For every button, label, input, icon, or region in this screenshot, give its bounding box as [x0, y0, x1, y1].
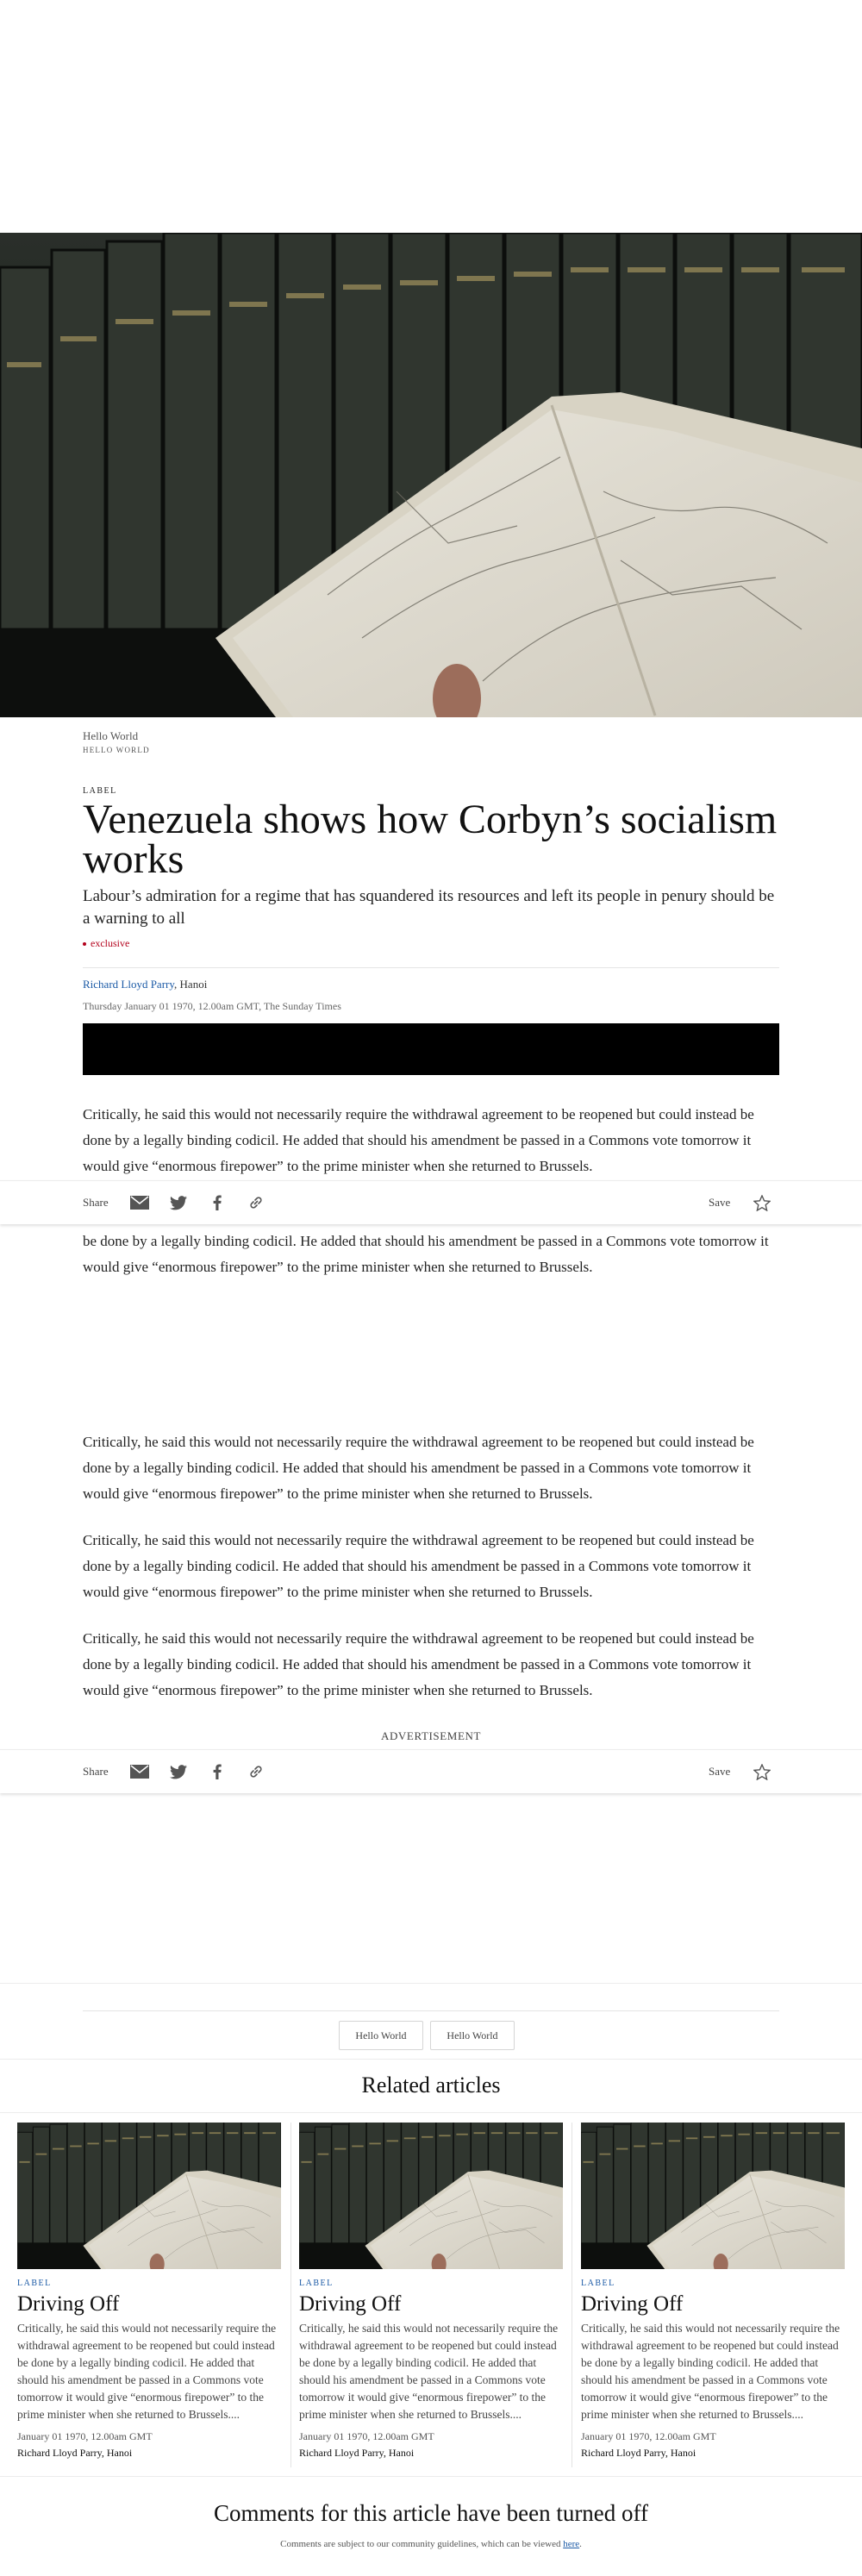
related-author: Richard Lloyd Parry, Hanoi [299, 2447, 415, 2459]
comments-note-end: . [579, 2539, 582, 2549]
related-articles-title: Related articles [361, 2073, 501, 2098]
link-icon[interactable] [247, 1193, 265, 1212]
article-paragraph: Critically, he said this would not neces… [83, 1434, 754, 1502]
article-paragraph: Critically, he said this would not neces… [83, 1106, 754, 1174]
article-paragraph: be done by a legally binding codicil. He… [83, 1233, 769, 1275]
share-bar: Share Save [0, 1180, 862, 1224]
exclusive-dot-icon [83, 941, 86, 946]
divider [83, 967, 779, 968]
exclusive-flag: exclusive [83, 937, 779, 950]
tag-button[interactable]: Hello World [430, 2021, 515, 2050]
related-author: Richard Lloyd Parry, Hanoi [581, 2447, 696, 2459]
advertisement-label: ADVERTISEMENT [380, 1729, 482, 1742]
divider [0, 2059, 862, 2060]
related-thumbnail [17, 2123, 281, 2269]
standfirst: Labour’s admiration for a regime that ha… [83, 887, 775, 928]
star-icon[interactable] [753, 1193, 771, 1212]
divider [0, 1983, 862, 1984]
share-bar: Share Save [0, 1749, 862, 1793]
mail-icon[interactable] [130, 1193, 149, 1212]
tag-button[interactable]: Hello World [339, 2021, 423, 2050]
author-link[interactable]: Richard Lloyd Parry [83, 978, 174, 991]
article-paragraph: Critically, he said this would not neces… [83, 1630, 754, 1698]
link-icon[interactable] [247, 1762, 265, 1781]
hero-credit: HELLO WORLD [83, 746, 150, 754]
related-title[interactable]: Driving Off [299, 2292, 563, 2317]
save-label[interactable]: Save [709, 1765, 730, 1779]
facebook-icon[interactable] [208, 1762, 227, 1781]
share-label: Share [83, 1765, 109, 1778]
article-label: LABEL [83, 786, 117, 796]
related-summary: Critically, he said this would not neces… [581, 2322, 840, 2421]
byline: Richard Lloyd Parry, Hanoi [83, 978, 779, 991]
byline-location: , Hanoi [174, 978, 208, 991]
comments-title: Comments for this article have been turn… [213, 2500, 649, 2526]
guidelines-link[interactable]: here [563, 2539, 579, 2549]
related-card[interactable]: LABEL Driving Off Critically, he said th… [581, 2123, 845, 2460]
card-separator [290, 2123, 291, 2467]
related-label: LABEL [17, 2279, 52, 2288]
hero-image [0, 233, 862, 717]
media-placeholder-bar [83, 1023, 779, 1075]
atlas-photo [0, 233, 862, 717]
related-summary: Critically, he said this would not neces… [17, 2322, 277, 2421]
headline: Venezuela shows how Corbyn’s socialism w… [83, 797, 778, 882]
twitter-icon[interactable] [169, 1762, 188, 1781]
save-label[interactable]: Save [709, 1196, 730, 1210]
related-date: January 01 1970, 12.00am GMT [581, 2430, 716, 2442]
divider [0, 2476, 862, 2477]
related-thumbnail [299, 2123, 563, 2269]
related-date: January 01 1970, 12.00am GMT [299, 2430, 434, 2442]
divider [0, 2112, 862, 2113]
comments-note: Comments are subject to our community gu… [0, 2539, 862, 2549]
related-label: LABEL [581, 2279, 615, 2288]
related-card[interactable]: LABEL Driving Off Critically, he said th… [17, 2123, 281, 2460]
article-paragraph: Critically, he said this would not neces… [83, 1532, 754, 1600]
related-card[interactable]: LABEL Driving Off Critically, he said th… [299, 2123, 563, 2460]
related-label: LABEL [299, 2279, 334, 2288]
related-thumbnail [581, 2123, 845, 2269]
dateline: Thursday January 01 1970, 12.00am GMT, T… [83, 1000, 341, 1012]
hero-caption: Hello World [83, 729, 139, 742]
mail-icon[interactable] [130, 1762, 149, 1781]
star-icon[interactable] [753, 1762, 771, 1781]
exclusive-label: exclusive [91, 937, 130, 949]
related-title[interactable]: Driving Off [17, 2292, 281, 2317]
related-title[interactable]: Driving Off [581, 2292, 845, 2317]
divider [83, 2010, 779, 2011]
related-author: Richard Lloyd Parry, Hanoi [17, 2447, 133, 2459]
related-summary: Critically, he said this would not neces… [299, 2322, 559, 2421]
share-label: Share [83, 1196, 109, 1209]
facebook-icon[interactable] [208, 1193, 227, 1212]
comments-note-text: Comments are subject to our community gu… [280, 2539, 564, 2549]
related-date: January 01 1970, 12.00am GMT [17, 2430, 153, 2442]
twitter-icon[interactable] [169, 1193, 188, 1212]
